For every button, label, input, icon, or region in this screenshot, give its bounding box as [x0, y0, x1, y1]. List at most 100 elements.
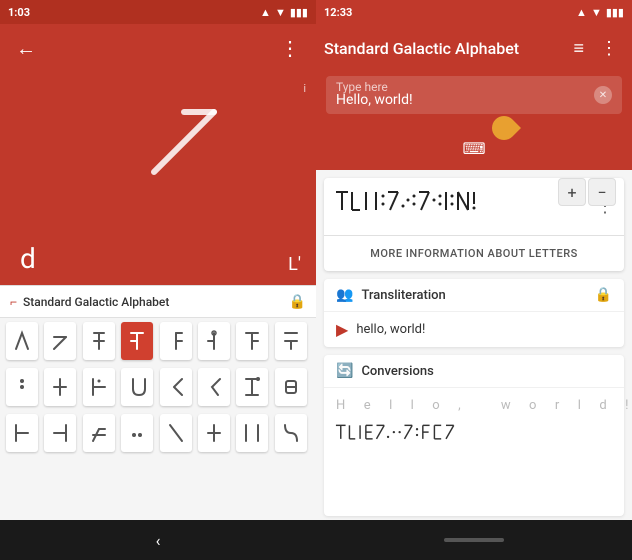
app-bar-right: Standard Galactic Alphabet ≡ ⋮ — [316, 24, 632, 72]
more-info-btn[interactable]: MORE INFORMATION ABOUT LETTERS — [324, 235, 624, 267]
key-r3-8[interactable] — [275, 414, 307, 452]
glyph-r2-4 — [127, 375, 147, 399]
conversions-icon: 🔄 — [336, 363, 353, 379]
key-r2-4[interactable] — [121, 368, 153, 406]
transliteration-icon: 👥 — [336, 287, 353, 303]
glyph-r2-5 — [166, 375, 186, 399]
back-button[interactable]: ← — [8, 28, 44, 69]
key-4-highlighted[interactable] — [121, 322, 153, 360]
glyph-r2-2 — [50, 375, 70, 399]
keyboard-icon-bar: ⌨ — [326, 140, 622, 160]
key-r2-3[interactable] — [83, 368, 115, 406]
glyph-r3-4 — [127, 421, 147, 445]
hello-spaced-text: H e l l o , w o r l d ! — [332, 398, 616, 421]
more-menu-button[interactable]: ⋮ — [272, 28, 308, 68]
letter-d: d — [20, 242, 36, 275]
clear-button[interactable]: ✕ — [594, 86, 612, 104]
keyboard-header: ⌐ Standard Galactic Alphabet 🔒 — [0, 286, 316, 318]
glyph-r3-2 — [50, 421, 70, 445]
app-title: Standard Galactic Alphabet — [324, 39, 567, 58]
wifi-icon-right: ▲ — [576, 6, 587, 19]
key-r3-7[interactable] — [236, 414, 268, 452]
zoom-in-button[interactable]: + — [558, 178, 586, 206]
key-7[interactable] — [236, 322, 268, 360]
transliteration-lock-icon: 🔒 — [595, 287, 612, 303]
glyph-key-8 — [281, 329, 301, 353]
glyph-key-6 — [204, 329, 224, 353]
key-2[interactable] — [44, 322, 76, 360]
key-6[interactable] — [198, 322, 230, 360]
key-1[interactable] — [6, 322, 38, 360]
time-right: 12:33 — [324, 6, 352, 19]
zoom-controls: + − — [558, 178, 616, 206]
conversions-content: H e l l o , w o r l d ! — [324, 388, 624, 455]
glyph-r3-6 — [204, 421, 224, 445]
time-left: 1:03 — [8, 6, 30, 19]
galactic-card-wrapper: ⋮ MORE INFORMATION ABOUT LETTERS + − — [316, 170, 632, 275]
glyph-r3-7 — [242, 421, 262, 445]
galactic-svg — [334, 186, 594, 222]
keyboard-icon[interactable]: ⌨ — [462, 139, 485, 158]
large-glyph — [134, 102, 254, 192]
keyboard-grid-row2 — [0, 364, 316, 410]
more-info-label: MORE INFORMATION ABOUT LETTERS — [370, 247, 578, 260]
glyph-r3-5 — [166, 421, 186, 445]
more-menu-right[interactable]: ⋮ — [594, 32, 624, 65]
glyph-r2-8 — [281, 375, 301, 399]
right-content: ⋮ MORE INFORMATION ABOUT LETTERS + − 👥 T… — [316, 170, 632, 520]
key-r2-6[interactable] — [198, 368, 230, 406]
conversions-card: 🔄 Conversions H e l l o , w o r l d ! — [324, 355, 624, 516]
battery-icon: ▮▮▮ — [290, 6, 308, 19]
glyph-key-7 — [242, 329, 262, 353]
glyph-r2-7 — [242, 375, 262, 399]
glyph-key-2 — [50, 329, 70, 353]
glyph-key-3 — [89, 329, 109, 353]
action-icons: ≡ ⋮ — [567, 32, 624, 65]
key-5[interactable] — [160, 322, 192, 360]
key-8[interactable] — [275, 322, 307, 360]
status-bar-left: 1:03 ▲ ▼ ▮▮▮ — [0, 0, 316, 24]
glyph-key-4 — [127, 329, 147, 353]
letter-corner: L' — [288, 254, 301, 275]
key-r3-5[interactable] — [160, 414, 192, 452]
nav-back-left[interactable]: ‹ — [156, 531, 161, 550]
conversions-header: 🔄 Conversions — [324, 355, 624, 388]
key-3[interactable] — [83, 322, 115, 360]
conversions-title: Conversions — [361, 364, 433, 379]
battery-icon-right: ▮▮▮ — [606, 6, 624, 19]
play-button[interactable]: ▶ — [336, 320, 348, 339]
glyph-r3-1 — [12, 421, 32, 445]
galactic-display-text — [334, 186, 596, 227]
search-input-container[interactable]: Type here Hello, world! ✕ — [326, 76, 622, 114]
right-panel: 12:33 ▲ ▼ ▮▮▮ Standard Galactic Alphabet… — [316, 0, 632, 560]
home-indicator — [444, 538, 504, 542]
galactic-small-svg — [334, 421, 614, 449]
lock-icon: 🔒 — [289, 294, 306, 310]
cursor-wrapper — [326, 116, 622, 140]
key-r2-2[interactable] — [44, 368, 76, 406]
key-r3-2[interactable] — [44, 414, 76, 452]
zoom-out-button[interactable]: − — [588, 178, 616, 206]
glyph-key-5 — [166, 329, 186, 353]
status-icons-left: ▲ ▼ ▮▮▮ — [260, 6, 308, 19]
key-r2-5[interactable] — [160, 368, 192, 406]
status-bar-right: 12:33 ▲ ▼ ▮▮▮ — [316, 0, 632, 24]
letter-display-area: i d L' — [0, 72, 316, 285]
key-r2-7[interactable] — [236, 368, 268, 406]
left-panel: 1:03 ▲ ▼ ▮▮▮ ← ⋮ i d L' ⌐ Standard Galac… — [0, 0, 316, 560]
app-bar-left: ← ⋮ — [0, 24, 316, 72]
key-r2-8[interactable] — [275, 368, 307, 406]
glyph-r3-8 — [281, 421, 301, 445]
key-r3-4[interactable] — [121, 414, 153, 452]
galactic-small-row — [332, 421, 616, 449]
key-r3-6[interactable] — [198, 414, 230, 452]
key-r2-1[interactable] — [6, 368, 38, 406]
glyph-r2-1 — [12, 375, 32, 399]
signal-icon-right: ▼ — [591, 6, 602, 19]
key-r3-1[interactable] — [6, 414, 38, 452]
status-icons-right: ▲ ▼ ▮▮▮ — [576, 6, 624, 19]
list-view-button[interactable]: ≡ — [567, 32, 590, 65]
search-bar: Type here Hello, world! ✕ ⌨ — [316, 72, 632, 170]
key-r3-3[interactable] — [83, 414, 115, 452]
nav-bar-right — [316, 520, 632, 560]
